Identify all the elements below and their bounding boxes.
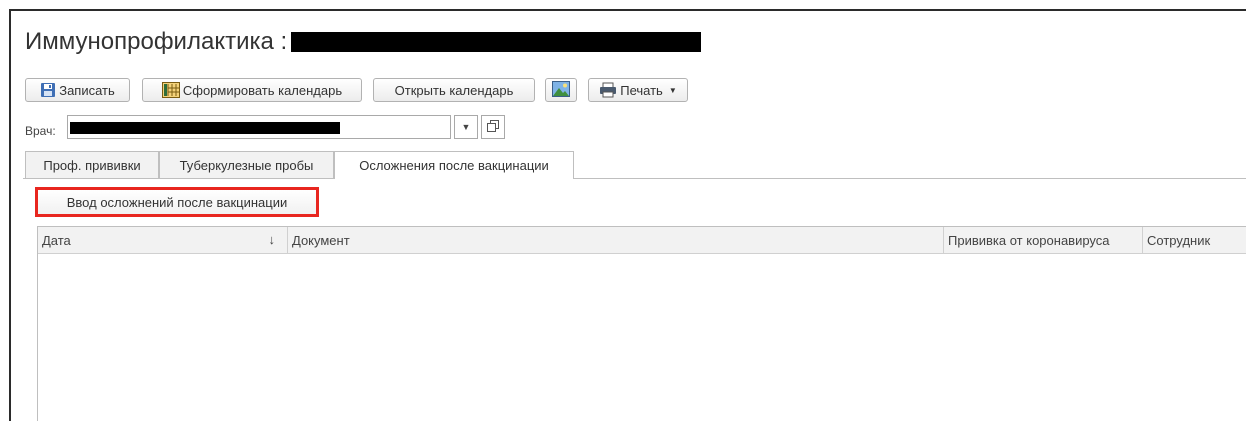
printer-icon	[599, 82, 617, 98]
tabs-baseline	[23, 178, 1246, 179]
image-button[interactable]	[545, 78, 577, 102]
tab-label: Осложнения после вакцинации	[359, 158, 549, 173]
window-title-row: Иммунопрофилактика :	[25, 25, 702, 59]
complications-table[interactable]: Дата ↓ Документ Прививка от коронавируса…	[37, 226, 1246, 421]
chevron-down-icon: ▼	[668, 85, 677, 95]
column-header-date[interactable]: Дата ↓	[38, 227, 288, 253]
window-frame: Иммунопрофилактика : Записать Сформирова…	[9, 9, 1246, 421]
enter-complications-button-label: Ввод осложнений после вакцинации	[66, 194, 288, 210]
redacted-patient-name	[291, 31, 702, 52]
tab-label: Проф. прививки	[43, 157, 141, 173]
column-header-covid-vaccination[interactable]: Прививка от коронавируса	[944, 227, 1143, 253]
column-header-document[interactable]: Документ	[288, 227, 944, 253]
tab-post-vaccination-complications[interactable]: Осложнения после вакцинации	[334, 151, 574, 179]
doctor-label: Врач:	[25, 124, 56, 138]
window-title: Иммунопрофилактика :	[25, 28, 288, 55]
calendar-grid-icon	[161, 82, 180, 98]
sort-descending-icon: ↓	[268, 232, 276, 247]
floppy-disk-icon	[40, 82, 56, 98]
redacted-doctor-name	[70, 122, 340, 134]
doctor-field[interactable]	[67, 115, 451, 139]
tab-label: Туберкулезные пробы	[179, 157, 314, 173]
column-header-employee[interactable]: Сотрудник	[1143, 227, 1246, 253]
print-button-label: Печать	[620, 82, 663, 98]
doctor-dropdown-button[interactable]: ▼	[454, 115, 478, 139]
column-header-label: Прививка от коронавируса	[948, 232, 1110, 248]
chevron-down-icon: ▼	[461, 122, 471, 132]
print-button[interactable]: Печать ▼	[588, 78, 688, 102]
column-header-label: Дата	[42, 232, 71, 248]
tab-tuberculin-tests[interactable]: Туберкулезные пробы	[159, 151, 334, 178]
save-button-label: Записать	[59, 82, 115, 98]
build-calendar-button-label: Сформировать календарь	[182, 82, 343, 98]
save-button[interactable]: Записать	[25, 78, 130, 102]
doctor-open-button[interactable]	[481, 115, 505, 139]
open-calendar-button[interactable]: Открыть календарь	[373, 78, 535, 102]
open-calendar-button-label: Открыть календарь	[394, 82, 514, 98]
column-header-label: Сотрудник	[1147, 232, 1211, 248]
build-calendar-button[interactable]: Сформировать календарь	[142, 78, 362, 102]
enter-complications-button[interactable]: Ввод осложнений после вакцинации	[35, 187, 319, 217]
tab-prof-vaccinations[interactable]: Проф. прививки	[25, 151, 159, 178]
table-header: Дата ↓ Документ Прививка от коронавируса…	[38, 227, 1246, 254]
open-window-icon	[487, 119, 499, 135]
column-header-label: Документ	[292, 232, 350, 248]
picture-icon	[552, 80, 570, 100]
